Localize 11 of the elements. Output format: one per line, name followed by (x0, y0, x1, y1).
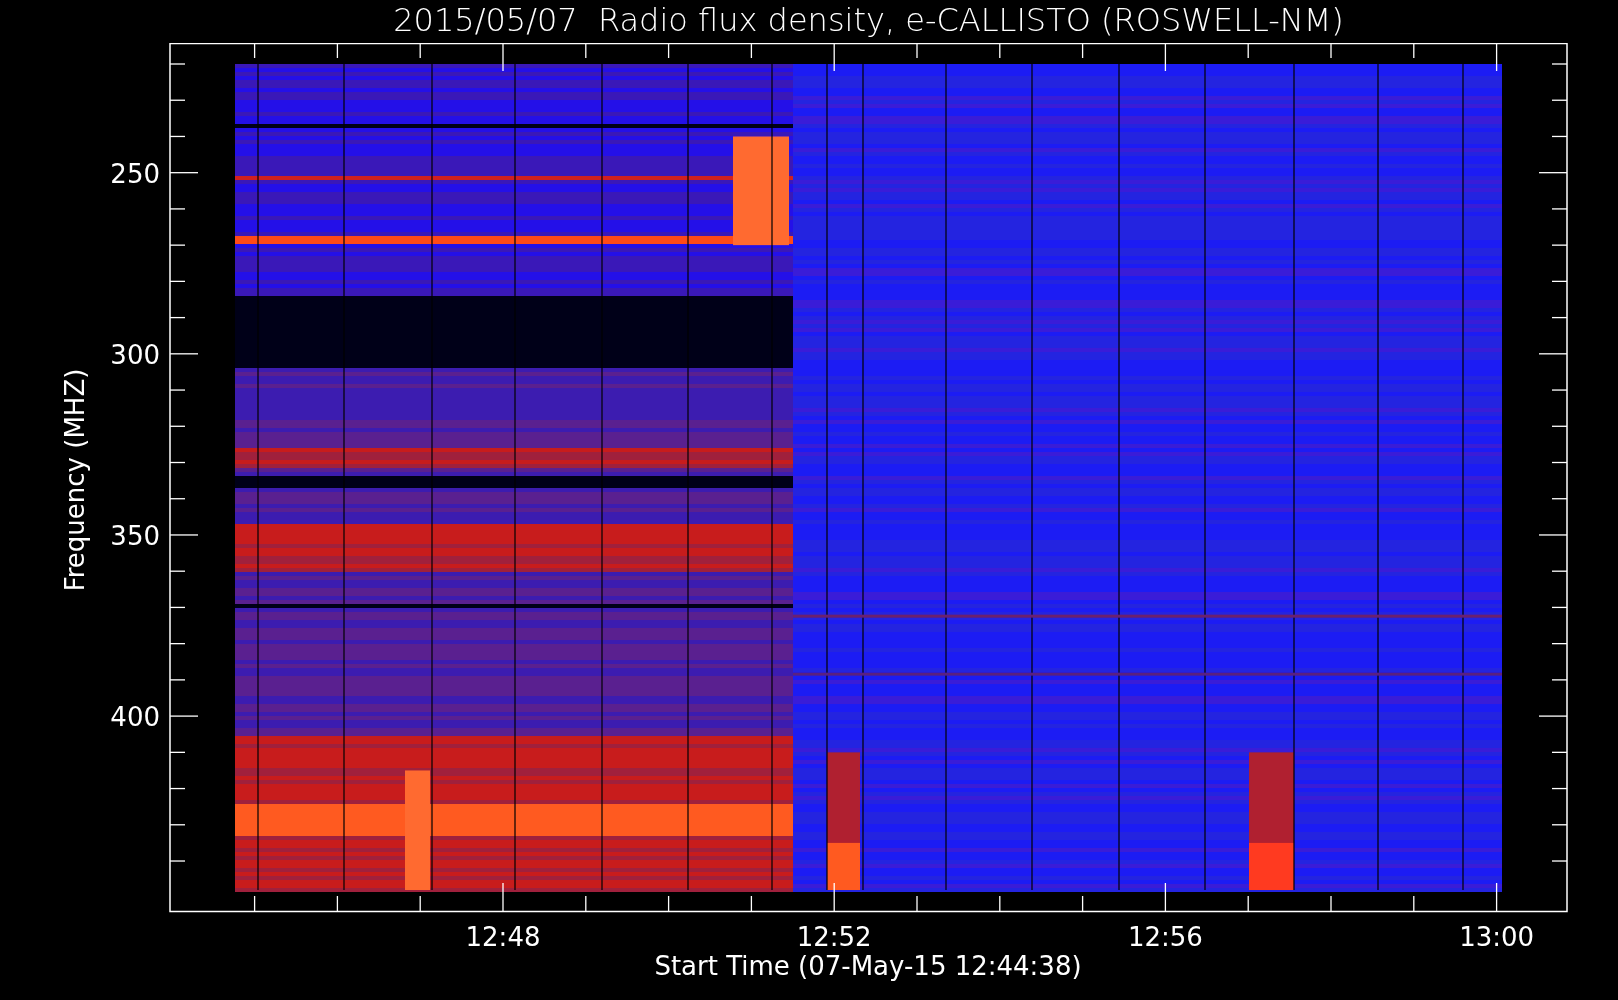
chart-title: 2015/05/07 Radio flux density, e-CALLISTO (ROSWELL-NM) (393, 0, 1344, 41)
axis-title: Frequency (MHZ) (60, 368, 90, 592)
tick-label: 12:56 (1127, 922, 1203, 952)
tick-label: 13:00 (1459, 922, 1535, 952)
tick-label: 350 (110, 520, 160, 551)
tick-label: 300 (110, 339, 160, 370)
tick-label: 400 (110, 702, 160, 733)
tick-label: 250 (110, 158, 160, 189)
tick-label: 12:52 (796, 922, 872, 952)
axis-title: Start Time (07-May-15 12:44:38) (654, 951, 1082, 981)
tick-label: 12:48 (465, 922, 541, 952)
